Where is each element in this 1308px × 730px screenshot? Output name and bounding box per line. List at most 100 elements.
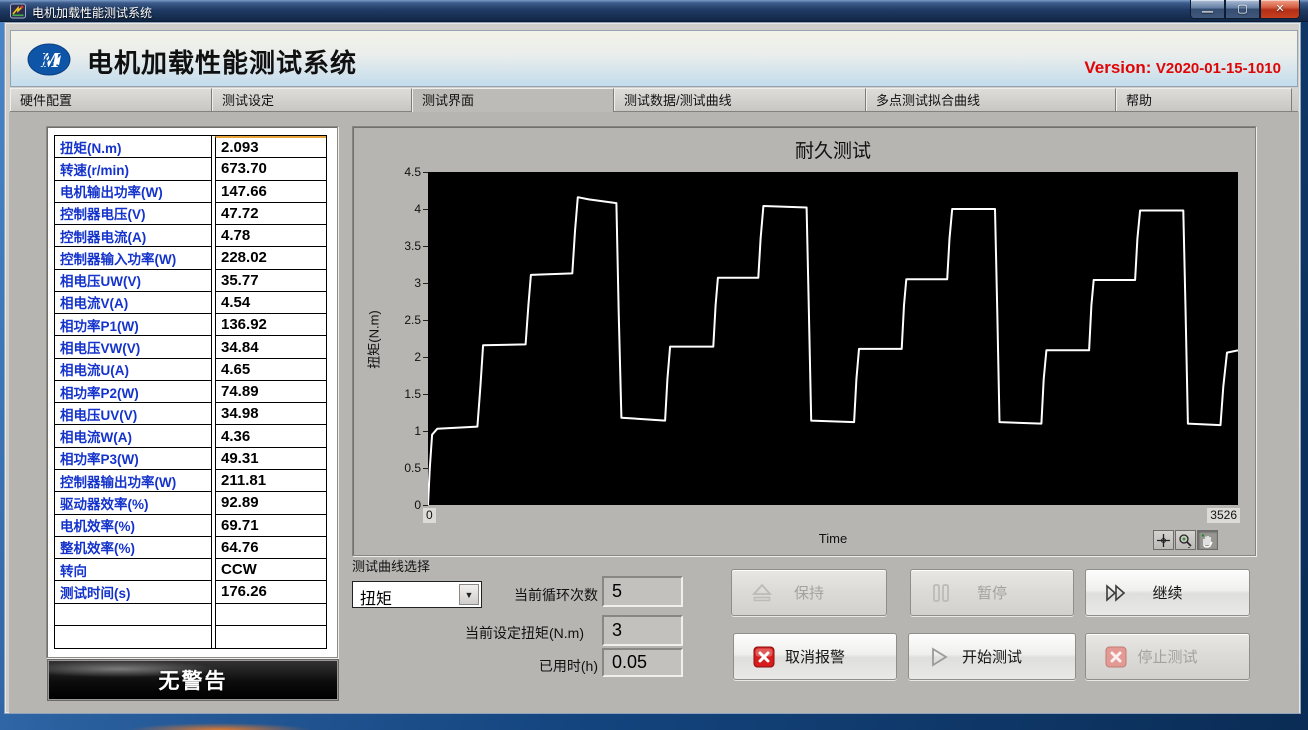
param-value[interactable]: 34.84 — [215, 336, 326, 358]
version-label: Version: — [1084, 58, 1151, 77]
y-tick-label: 0.5 — [378, 460, 428, 476]
chart-x-axis-label: Time — [428, 531, 1238, 546]
y-tick-label: 0 — [378, 497, 428, 513]
tab-5[interactable]: 多点测试拟合曲线 — [866, 88, 1116, 112]
button-label: 暂停 — [977, 582, 1007, 603]
param-label — [55, 604, 212, 626]
param-value[interactable]: 4.36 — [215, 425, 326, 447]
tab-bar: 硬件配置测试设定测试界面测试数据/测试曲线多点测试拟合曲线帮助 — [10, 88, 1298, 112]
table-row: 电机输出功率(W)147.66 — [55, 181, 326, 203]
param-value[interactable]: 34.98 — [215, 403, 326, 425]
param-value[interactable]: 673.70 — [215, 158, 326, 180]
param-value[interactable]: 4.78 — [215, 225, 326, 247]
param-label: 相功率P3(W) — [55, 448, 212, 470]
torque-waveform — [428, 172, 1238, 505]
page-title: 电机加载性能测试系统 — [87, 43, 357, 80]
minimize-button[interactable]: — — [1190, 0, 1225, 19]
table-row: 控制器电压(V)47.72 — [55, 203, 326, 225]
table-row: 相功率P3(W)49.31 — [55, 448, 326, 470]
param-value[interactable]: 4.54 — [215, 292, 326, 314]
param-value[interactable]: 69.71 — [215, 515, 326, 537]
button-label: 取消报警 — [785, 646, 845, 667]
param-value[interactable]: 49.31 — [215, 448, 326, 470]
param-label: 转向 — [55, 559, 212, 581]
param-value[interactable]: 211.81 — [215, 470, 326, 492]
crosshair-tool-button[interactable] — [1153, 530, 1174, 550]
param-label: 相电压UW(V) — [55, 270, 212, 292]
window-title: 电机加载性能测试系统 — [32, 4, 152, 21]
y-tick-label: 1 — [378, 423, 428, 439]
param-value[interactable]: 2.093 — [215, 136, 326, 158]
graph-tool-palette — [1152, 530, 1218, 550]
table-row: 相电流V(A)4.54 — [55, 292, 326, 314]
tab-6[interactable]: 帮助 — [1116, 88, 1292, 112]
param-value[interactable]: 92.89 — [215, 492, 326, 514]
param-value[interactable]: 74.89 — [215, 381, 326, 403]
param-value[interactable]: CCW — [215, 559, 326, 581]
elapsed-time-value: 0.05 — [602, 648, 683, 677]
table-row — [55, 604, 326, 626]
y-tick-label: 4 — [378, 201, 428, 217]
tab-1[interactable]: 硬件配置 — [10, 88, 212, 112]
stop-test-button[interactable]: 停止测试 — [1085, 633, 1250, 680]
curve-select-dropdown[interactable]: 扭矩 ▼ — [352, 581, 482, 608]
param-label: 相功率P2(W) — [55, 381, 212, 403]
tab-2[interactable]: 测试设定 — [212, 88, 412, 112]
param-label: 电机效率(%) — [55, 515, 212, 537]
elapsed-time-label: 已用时(h) — [539, 656, 598, 676]
table-row: 控制器输入功率(W)228.02 — [55, 247, 326, 269]
param-label: 相电流W(A) — [55, 425, 212, 447]
param-value[interactable] — [215, 626, 326, 648]
hold-button[interactable]: 保持 — [731, 569, 887, 616]
param-label: 控制器电流(A) — [55, 225, 212, 247]
faded-red-x-icon — [1104, 645, 1128, 669]
param-label: 相功率P1(W) — [55, 314, 212, 336]
button-label: 开始测试 — [962, 646, 1022, 667]
table-row: 电机效率(%)69.71 — [55, 515, 326, 537]
version-value: V2020-01-15-1010 — [1156, 60, 1281, 77]
chart-plot-area[interactable] — [428, 172, 1238, 505]
y-tick-label: 2.5 — [378, 312, 428, 328]
chevron-down-icon[interactable]: ▼ — [459, 584, 479, 605]
close-icon: ✕ — [1275, 4, 1284, 15]
param-value[interactable]: 136.92 — [215, 314, 326, 336]
table-row: 驱动器效率(%)92.89 — [55, 492, 326, 514]
param-value[interactable]: 35.77 — [215, 270, 326, 292]
param-value[interactable]: 147.66 — [215, 181, 326, 203]
window-titlebar[interactable]: 电机加载性能测试系统 — ▢ ✕ — [0, 0, 1308, 22]
param-value[interactable]: 228.02 — [215, 247, 326, 269]
table-row — [55, 626, 326, 648]
param-label: 相电压UV(V) — [55, 403, 212, 425]
table-row: 相电压UV(V)34.98 — [55, 403, 326, 425]
param-value[interactable]: 64.76 — [215, 537, 326, 559]
y-tick-label: 2 — [378, 349, 428, 365]
version-info: Version: V2020-01-15-1010 — [1084, 58, 1281, 78]
play-icon — [927, 645, 951, 669]
param-value[interactable]: 4.65 — [215, 359, 326, 381]
curve-select-label: 测试曲线选择 — [352, 556, 430, 575]
tab-3[interactable]: 测试界面 — [412, 88, 614, 113]
tab-4[interactable]: 测试数据/测试曲线 — [614, 88, 866, 112]
cancel-alarm-button[interactable]: 取消报警 — [733, 633, 897, 680]
tab-bar-filler — [1292, 88, 1298, 112]
maximize-button[interactable]: ▢ — [1225, 0, 1260, 19]
table-row: 相电压UW(V)35.77 — [55, 270, 326, 292]
pan-tool-button[interactable] — [1197, 530, 1218, 550]
set-torque-label: 当前设定扭矩(N.m) — [465, 623, 584, 643]
param-value[interactable] — [215, 604, 326, 626]
zoom-tool-button[interactable] — [1175, 530, 1196, 550]
button-label: 继续 — [1152, 582, 1182, 603]
param-label: 扭矩(N.m) — [55, 136, 212, 158]
pan-tool-icon — [1200, 533, 1215, 548]
button-label: 停止测试 — [1137, 646, 1197, 667]
continue-button[interactable]: 继续 — [1085, 569, 1250, 616]
param-label: 相电流U(A) — [55, 359, 212, 381]
y-tick-label: 4.5 — [378, 164, 428, 180]
cycle-count-value: 5 — [602, 576, 683, 607]
param-value[interactable]: 47.72 — [215, 203, 326, 225]
start-test-button[interactable]: 开始测试 — [908, 633, 1076, 680]
pause-button[interactable]: 暂停 — [910, 569, 1074, 616]
chart-x-ticks: 03526 — [428, 508, 1238, 524]
param-value[interactable]: 176.26 — [215, 581, 326, 603]
close-button[interactable]: ✕ — [1260, 0, 1300, 19]
